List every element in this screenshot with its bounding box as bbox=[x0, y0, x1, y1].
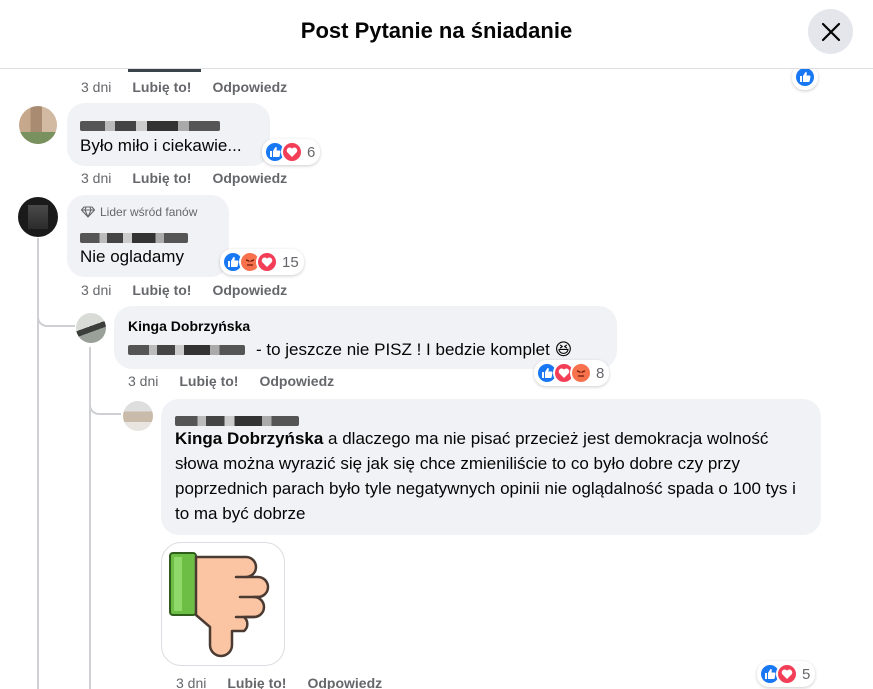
author-name[interactable]: Kinga Dobrzyńska bbox=[128, 318, 250, 334]
comment-bubble: Kinga Dobrzyńska a dlaczego ma nie pisać… bbox=[161, 399, 821, 535]
comment-time[interactable]: 3 dni bbox=[176, 675, 206, 689]
comment-bubble: Lider wśród fanów Nie ogladamy bbox=[67, 195, 229, 277]
comment-actions: 3 dni Lubię to! Odpowiedz bbox=[81, 79, 287, 95]
reaction-summary[interactable]: 6 bbox=[262, 139, 321, 165]
avatar[interactable] bbox=[19, 106, 57, 144]
avatar[interactable] bbox=[76, 313, 106, 343]
like-action[interactable]: Lubię to! bbox=[132, 170, 191, 186]
love-icon bbox=[256, 251, 278, 273]
reply-action[interactable]: Odpowiedz bbox=[259, 373, 334, 389]
page-title: Post Pytanie na śniadanie bbox=[300, 18, 573, 43]
reply-action[interactable]: Odpowiedz bbox=[212, 282, 287, 298]
thread-connector bbox=[37, 300, 75, 327]
comment-text: Kinga Dobrzyńska a dlaczego ma nie pisać… bbox=[175, 426, 805, 526]
reply-action[interactable]: Odpowiedz bbox=[212, 170, 287, 186]
comment-bubble: Było miło i ciekawie... bbox=[67, 103, 270, 166]
reply-action[interactable]: Odpowiedz bbox=[212, 79, 287, 95]
sticker-attachment[interactable] bbox=[161, 542, 285, 666]
dialog-header: Post Pytanie na śniadanie bbox=[0, 0, 873, 69]
thumbs-down-icon bbox=[169, 552, 270, 658]
like-action[interactable]: Lubię to! bbox=[179, 373, 238, 389]
comment-actions: 3 dni Lubię to! Odpowiedz bbox=[81, 282, 287, 298]
close-button[interactable] bbox=[808, 9, 853, 54]
close-icon bbox=[821, 22, 840, 41]
like-action[interactable]: Lubię to! bbox=[132, 79, 191, 95]
comment-time[interactable]: 3 dni bbox=[81, 170, 111, 186]
angry-icon bbox=[570, 362, 592, 384]
attachment-edge bbox=[128, 69, 201, 72]
avatar[interactable] bbox=[18, 197, 58, 237]
comment-actions: 3 dni Lubię to! Odpowiedz bbox=[128, 373, 334, 389]
comment-actions: 3 dni Lubię to! Odpowiedz bbox=[81, 170, 287, 186]
comment-text: - to jeszcze nie PISZ ! I bedzie komplet… bbox=[256, 340, 573, 359]
reaction-count: 8 bbox=[596, 364, 605, 382]
comment-time[interactable]: 3 dni bbox=[81, 282, 111, 298]
avatar[interactable] bbox=[123, 401, 153, 431]
reaction-summary[interactable]: 15 bbox=[220, 249, 304, 275]
like-action[interactable]: Lubię to! bbox=[132, 282, 191, 298]
reaction-count: 15 bbox=[282, 253, 299, 271]
comment-text: Było miło i ciekawie... bbox=[80, 136, 242, 155]
thread-connector bbox=[89, 390, 121, 415]
comment-actions: 3 dni Lubię to! Odpowiedz bbox=[176, 675, 382, 689]
comment-time[interactable]: 3 dni bbox=[81, 79, 111, 95]
love-icon bbox=[281, 141, 303, 163]
comment-text: Nie ogladamy bbox=[80, 247, 184, 266]
like-action[interactable]: Lubię to! bbox=[227, 675, 286, 689]
reaction-summary[interactable]: 5 bbox=[757, 661, 816, 687]
reaction-count: 6 bbox=[307, 143, 316, 161]
like-icon bbox=[794, 66, 816, 88]
fan-badge: Lider wśród fanów bbox=[81, 205, 197, 219]
reply-action[interactable]: Odpowiedz bbox=[307, 675, 382, 689]
reaction-count: 5 bbox=[802, 665, 811, 683]
mention-link[interactable]: Kinga Dobrzyńska bbox=[175, 429, 323, 448]
mention-redacted[interactable] bbox=[128, 341, 245, 359]
love-icon bbox=[776, 663, 798, 685]
diamond-icon bbox=[81, 206, 95, 218]
comment-time[interactable]: 3 dni bbox=[128, 373, 158, 389]
badge-label: Lider wśród fanów bbox=[100, 205, 198, 219]
reaction-summary[interactable]: 8 bbox=[534, 360, 610, 386]
